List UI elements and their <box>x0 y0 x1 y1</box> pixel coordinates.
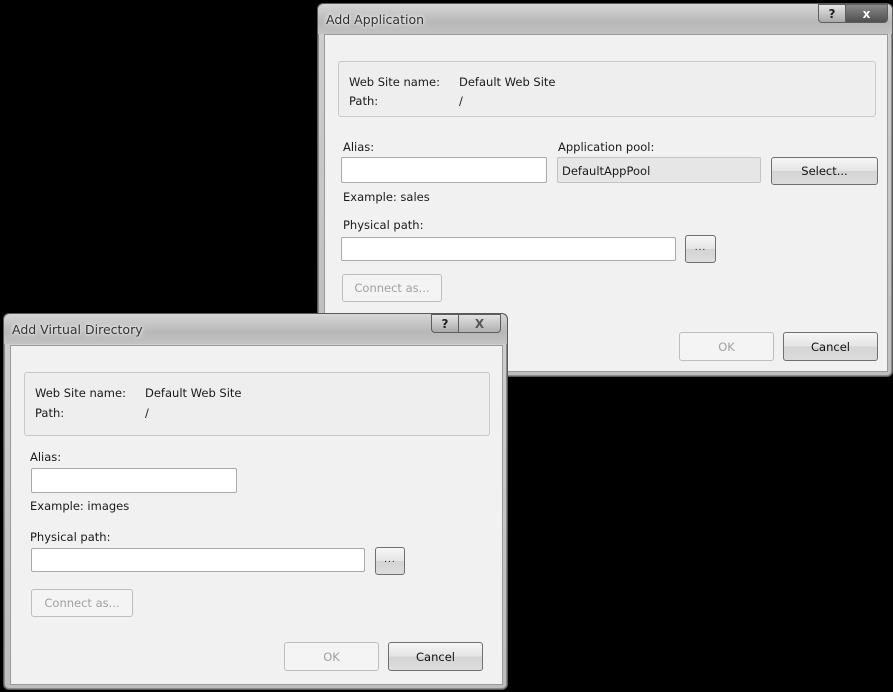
site-info-box: Web Site name: Default Web Site Path: / <box>338 61 876 117</box>
browse-button[interactable]: ... <box>685 235 716 263</box>
alias-input[interactable] <box>341 157 547 183</box>
add-application-title: Add Application <box>326 12 425 27</box>
physical-path-label: Physical path: <box>30 530 111 544</box>
ellipsis-icon: ... <box>694 242 707 253</box>
close-button[interactable]: X <box>459 314 501 333</box>
add-virtual-directory-titlebar[interactable]: Add Virtual Directory ? X <box>4 314 507 344</box>
add-application-titlebar[interactable]: Add Application ? x <box>318 4 892 34</box>
web-site-name-value: Default Web Site <box>459 75 556 89</box>
physical-path-label: Physical path: <box>343 218 424 232</box>
add-application-caption-buttons: ? x <box>818 4 888 24</box>
alias-label: Alias: <box>30 450 62 464</box>
add-virtual-directory-client-area: Web Site name: Default Web Site Path: / … <box>10 345 503 685</box>
site-info-box: Web Site name: Default Web Site Path: / <box>24 372 490 436</box>
alias-example: Example: sales <box>343 190 430 204</box>
browse-button[interactable]: ... <box>375 547 405 575</box>
close-button[interactable]: x <box>846 4 888 23</box>
close-icon: X <box>474 316 485 331</box>
alias-example: Example: images <box>30 499 130 513</box>
physical-path-input[interactable] <box>31 548 365 572</box>
physical-path-input[interactable] <box>341 237 676 261</box>
application-pool-label: Application pool: <box>558 140 655 154</box>
close-icon: x <box>862 6 871 21</box>
help-button[interactable]: ? <box>431 314 459 333</box>
path-label: Path: <box>35 406 65 420</box>
path-value: / <box>145 406 149 420</box>
ellipsis-icon: ... <box>384 554 396 565</box>
ok-button[interactable]: OK <box>679 332 774 361</box>
help-icon: ? <box>828 6 836 21</box>
ok-button[interactable]: OK <box>284 642 379 671</box>
alias-label: Alias: <box>343 140 375 154</box>
web-site-name-label: Web Site name: <box>35 386 126 400</box>
path-label: Path: <box>349 94 379 108</box>
select-app-pool-button[interactable]: Select... <box>771 157 878 185</box>
connect-as-button[interactable]: Connect as... <box>31 589 133 617</box>
web-site-name-label: Web Site name: <box>349 75 440 89</box>
web-site-name-value: Default Web Site <box>145 386 242 400</box>
path-value: / <box>459 94 463 108</box>
application-pool-value: DefaultAppPool <box>557 157 761 183</box>
cancel-button[interactable]: Cancel <box>388 642 483 671</box>
connect-as-button[interactable]: Connect as... <box>342 274 442 302</box>
add-virtual-directory-dialog: Add Virtual Directory ? X Web Site name:… <box>3 313 508 690</box>
help-button[interactable]: ? <box>818 4 846 23</box>
alias-input[interactable] <box>31 468 237 493</box>
add-virtual-directory-title: Add Virtual Directory <box>12 322 143 337</box>
help-icon: ? <box>441 316 449 331</box>
cancel-button[interactable]: Cancel <box>783 332 878 361</box>
add-virtual-directory-caption-buttons: ? X <box>431 314 501 334</box>
